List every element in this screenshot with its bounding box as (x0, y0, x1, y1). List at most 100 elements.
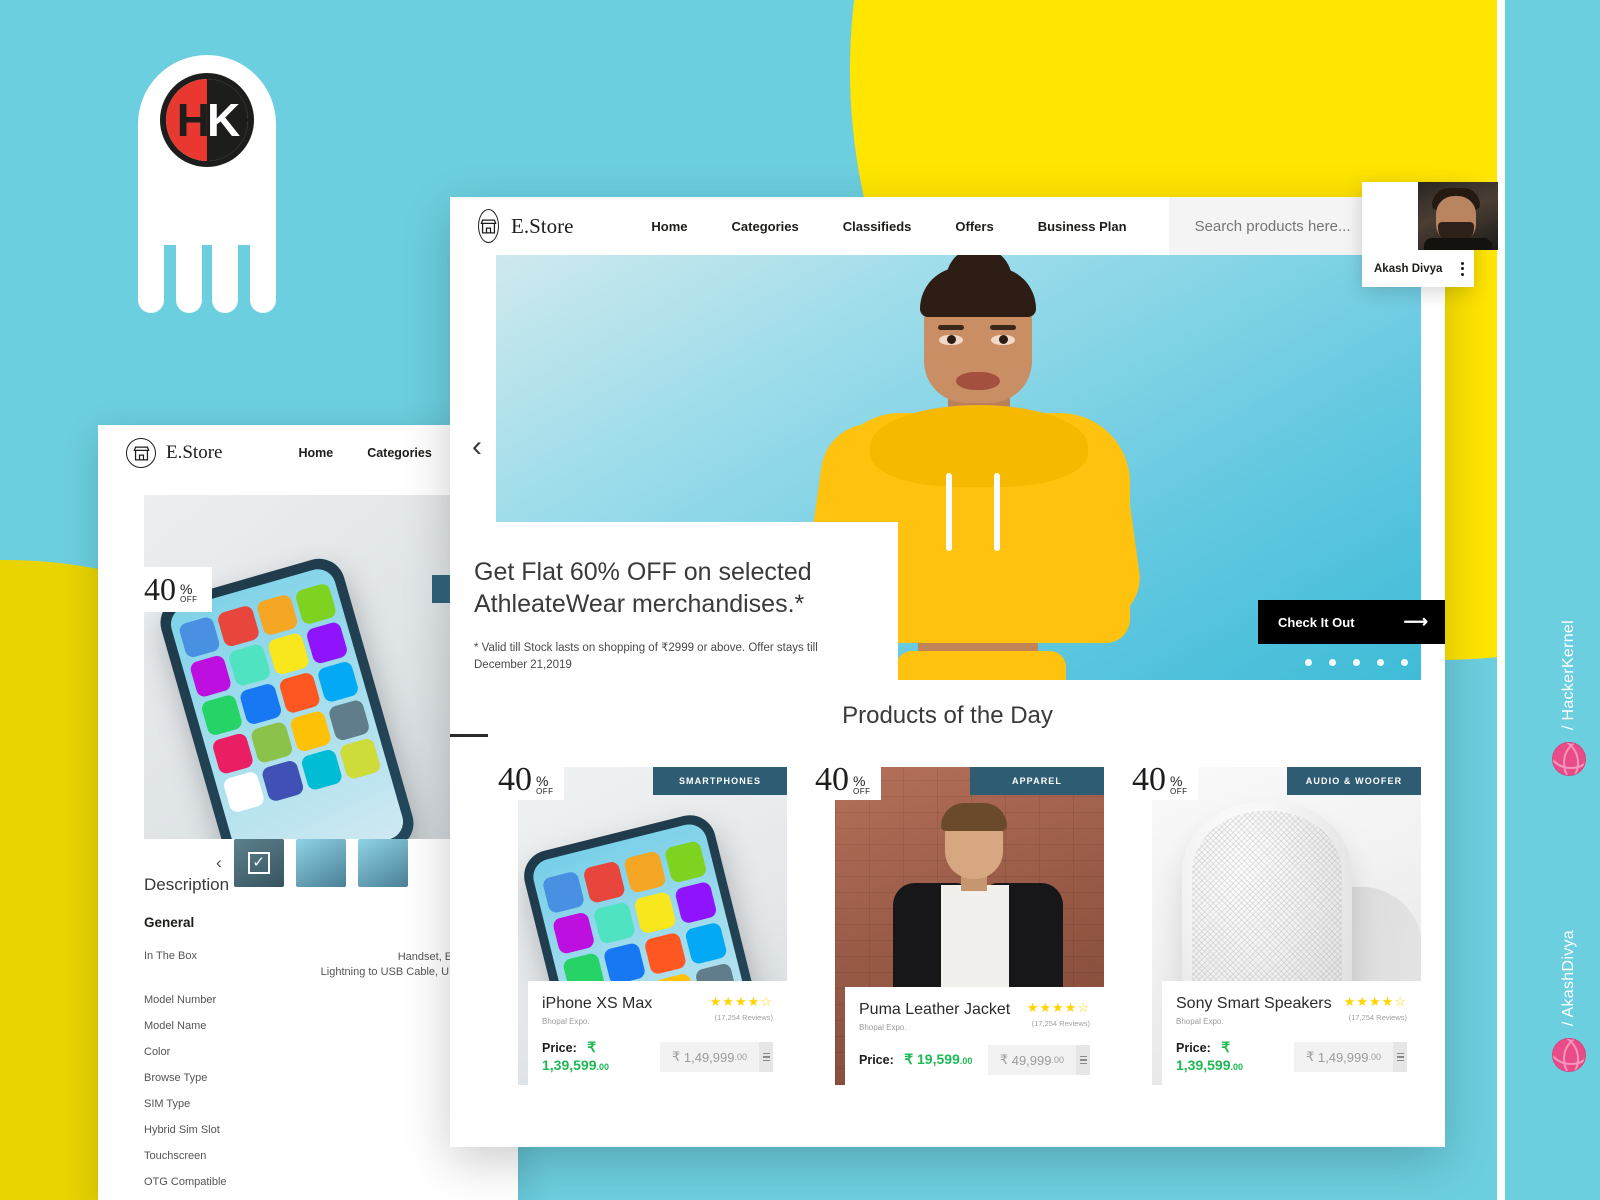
carousel-dot[interactable] (1305, 659, 1312, 666)
product-info: iPhone XS Max Bhopal Expo. ★★★★☆ (17,254… (528, 981, 787, 1091)
akashdivya-label: / AkashDivya (1560, 930, 1577, 1027)
hackerkernel-label: / HackerKernel (1560, 620, 1577, 731)
logo-monogram: HK (166, 79, 248, 161)
nav-item-categories[interactable]: Categories (732, 219, 799, 234)
hero-caption: Get Flat 60% OFF on selected AthleateWea… (450, 522, 898, 701)
arrow-right-icon: ⟶ (1403, 612, 1428, 631)
discount-percent-symbol: % (180, 580, 193, 597)
avatar (1418, 182, 1498, 250)
dribbble-icon[interactable] (1552, 1038, 1586, 1073)
hero-subtitle: * Valid till Stock lasts on shopping of … (474, 642, 818, 672)
price-block: Price: ₹ 19,599.00 (859, 1051, 972, 1069)
price-block: Price: ₹ 1,39,599.00 (542, 1039, 660, 1075)
spec-key: Model Name (144, 1019, 207, 1032)
site-header: E.Store Home Categories Classifieds Offe… (450, 197, 1445, 255)
product-name: Sony Smart Speakers (1176, 995, 1332, 1012)
discount-off-label: OFF (536, 786, 554, 796)
product-card[interactable]: APPAREL 40 % OFF Puma Leather Jacket Bho… (813, 755, 1104, 1091)
thumbnail-item[interactable] (357, 839, 408, 887)
original-price-block: ₹ 1,49,999.00 (1293, 1042, 1407, 1072)
hackerkernel-logo: HK (138, 55, 276, 313)
review-count: (17,254 Reviews) (1031, 1019, 1090, 1028)
spec-row: OTG Compatible (144, 1176, 518, 1188)
product-info: Sony Smart Speakers Bhopal Expo. ★★★★☆ (… (1162, 981, 1421, 1091)
carousel-dot[interactable] (1377, 659, 1384, 666)
discount-off-label: OFF (1170, 786, 1188, 796)
discount-number: 40 (498, 761, 532, 798)
carousel-prev-button[interactable]: ‹ (472, 432, 482, 462)
logo-monogram-disc: HK (166, 79, 248, 161)
carousel-dot[interactable] (1329, 659, 1336, 666)
dribbble-icon[interactable] (1552, 742, 1586, 777)
spec-key: In The Box (144, 950, 197, 962)
logo-circle: HK (160, 73, 254, 167)
original-price: ₹ 1,49,999.00 (659, 1042, 759, 1072)
user-name: Akash Divya (1374, 262, 1443, 275)
review-count: (17,254 Reviews) (1348, 1013, 1407, 1022)
discount-percent-symbol: % (1170, 772, 1183, 789)
product-vendor: Bhopal Expo. (1176, 1017, 1224, 1026)
thumbnail-strip: ‹ ✓ (216, 839, 408, 887)
nav-item-offers[interactable]: Offers (955, 219, 993, 234)
product-discount-badge: 40 % OFF (1130, 761, 1198, 800)
quantity-stepper[interactable] (1076, 1045, 1090, 1075)
spec-key: Hybrid Sim Slot (144, 1123, 220, 1136)
product-discount-badge: 40 % OFF (813, 761, 881, 800)
original-price: ₹ 49,999.00 (987, 1045, 1076, 1075)
discount-number: 40 (144, 571, 176, 607)
chevron-left-icon[interactable]: ‹ (216, 853, 222, 873)
thumbnail-item[interactable]: ✓ (233, 839, 284, 887)
products-section-title: Products of the Day (842, 702, 1053, 729)
nav-item-classifieds[interactable]: Classifieds (843, 219, 912, 234)
nav-item-home[interactable]: Home (651, 219, 687, 234)
check-icon: ✓ (247, 852, 270, 874)
check-it-out-button[interactable]: Check It Out ⟶ (1258, 600, 1445, 644)
hackerkernel-credit[interactable]: / HackerKernel (1552, 620, 1586, 777)
right-white-divider (1497, 0, 1505, 1200)
carousel-dot[interactable] (1353, 659, 1360, 666)
storefront-page: E.Store Home Categories Classifieds Offe… (450, 197, 1445, 1147)
product-card[interactable]: AUDIO & WOOFER 40 % OFF Sony Smart Speak… (1130, 755, 1421, 1091)
discount-off-label: OFF (853, 786, 871, 796)
review-count: (17,254 Reviews) (714, 1013, 773, 1022)
product-category-tag: APPAREL (970, 767, 1104, 795)
akashdivya-credit[interactable]: / AkashDivya (1552, 930, 1586, 1073)
spec-key: OTG Compatible (144, 1175, 227, 1188)
product-card-list: SMARTPHONES 40 % OFF iPhone XS Max Bhopa… (496, 755, 1421, 1091)
main-navigation: Home Categories Classifieds Offers Busin… (651, 219, 1126, 234)
kebab-menu-icon[interactable] (1461, 261, 1464, 276)
site-brand: E.Store (511, 213, 574, 238)
spec-value (294, 1176, 518, 1188)
price-label: Price: (542, 1041, 577, 1055)
discount-percent-symbol: % (536, 772, 549, 789)
discount-percent-symbol: % (853, 772, 866, 789)
discount-off-label: OFF (180, 594, 198, 604)
original-price: ₹ 1,49,999.00 (1293, 1042, 1393, 1072)
spec-row: Touchscreen (144, 1150, 518, 1162)
logo-letter-k: K (207, 94, 240, 146)
page-root: HK E.Store Home Categories 40 % OFF ‹ ✓ … (0, 0, 1600, 1200)
spec-key: Touchscreen (144, 1149, 207, 1162)
spec-key: SIM Type (144, 1097, 191, 1110)
back-nav-categories[interactable]: Categories (367, 446, 432, 460)
store-icon[interactable] (478, 209, 499, 243)
spec-value (294, 1150, 518, 1162)
quantity-stepper[interactable] (1393, 1042, 1407, 1072)
product-card[interactable]: SMARTPHONES 40 % OFF iPhone XS Max Bhopa… (496, 755, 787, 1091)
price-label: Price: (859, 1053, 894, 1067)
thumbnail-item[interactable] (295, 839, 346, 887)
nav-item-business-plan[interactable]: Business Plan (1038, 219, 1127, 234)
user-account-card[interactable]: Akash Divya (1362, 182, 1498, 287)
product-discount-badge: 40 % OFF (496, 761, 564, 800)
rating-stars: ★★★★☆ (1343, 994, 1407, 1009)
back-page-brand: E.Store (166, 442, 223, 463)
rating-stars: ★★★★☆ (1026, 1000, 1090, 1015)
rating-stars: ★★★★☆ (709, 994, 773, 1009)
product-vendor: Bhopal Expo. (859, 1023, 907, 1032)
product-category-tag: AUDIO & WOOFER (1287, 767, 1421, 795)
back-page-nav: Home Categories (298, 446, 431, 460)
original-price-block: ₹ 1,49,999.00 (659, 1042, 773, 1072)
back-nav-home[interactable]: Home (298, 446, 333, 460)
carousel-dot[interactable] (1401, 659, 1408, 666)
quantity-stepper[interactable] (759, 1042, 773, 1072)
